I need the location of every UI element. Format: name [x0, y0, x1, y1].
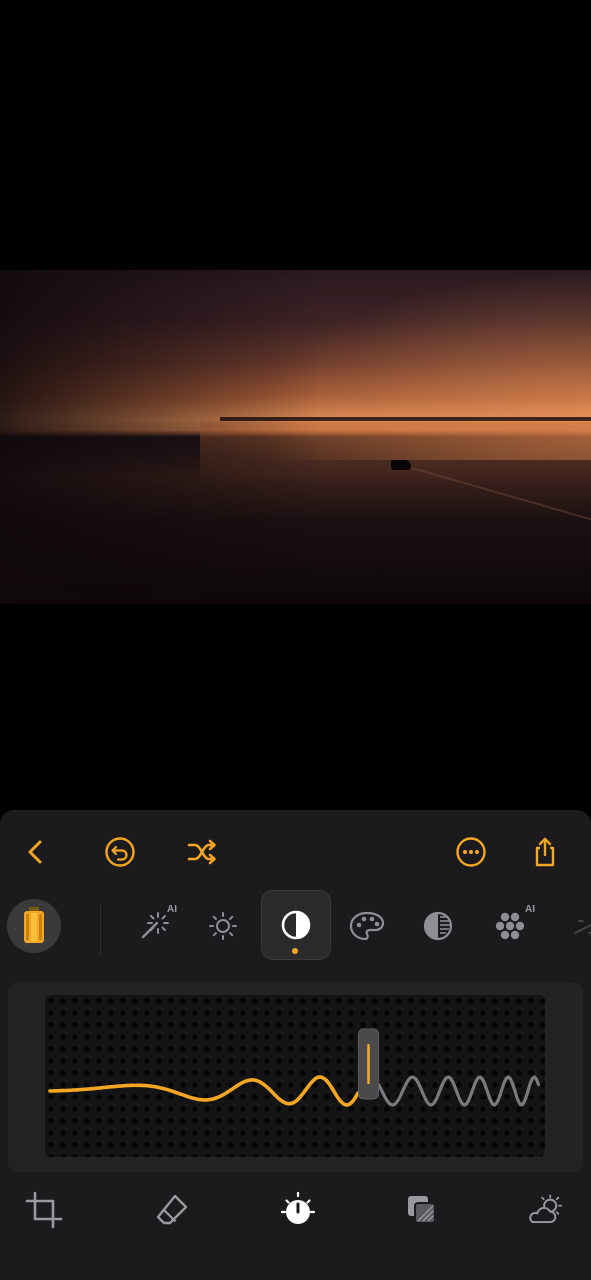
layers-icon	[408, 1196, 436, 1224]
more-icon	[456, 837, 486, 867]
more-button[interactable]	[451, 832, 491, 872]
eraser-icon	[156, 1194, 188, 1225]
adjustment-slider-panel	[8, 982, 583, 1172]
tone-icon	[423, 911, 453, 941]
ai-badge: AI	[525, 904, 535, 915]
ai-badge: AI	[167, 904, 177, 915]
contrast-slider[interactable]	[45, 995, 545, 1157]
dots-cluster-icon	[495, 912, 525, 940]
editor-panel: AI AI	[0, 810, 591, 1280]
bottom-nav	[0, 1175, 591, 1250]
edited-photo[interactable]	[0, 270, 591, 604]
adjust-dial-icon	[280, 1191, 316, 1224]
slider-active-wave	[48, 1075, 360, 1107]
share-icon	[535, 837, 555, 867]
undo-icon	[105, 837, 135, 867]
eraser-button[interactable]	[147, 1185, 197, 1235]
tool-brightness[interactable]	[199, 902, 247, 950]
crop-icon	[25, 1191, 63, 1229]
magic-wand-icon	[141, 912, 169, 939]
top-toolbar	[0, 810, 591, 896]
tool-tone[interactable]	[414, 902, 462, 950]
share-button[interactable]	[525, 832, 565, 872]
slider-wave[interactable]	[45, 995, 545, 1157]
shadow-area	[0, 270, 320, 604]
shuffle-button[interactable]	[182, 832, 222, 872]
tool-more[interactable]	[560, 902, 591, 950]
tool-strip: AI AI	[0, 890, 591, 970]
tools-divider	[100, 904, 101, 954]
slider-inactive-wave	[376, 1074, 541, 1107]
more-tools-icon	[574, 920, 591, 934]
slider-thumb-marker	[367, 1044, 370, 1084]
film-preset-button[interactable]	[7, 899, 61, 953]
selected-indicator	[292, 948, 298, 954]
layers-button[interactable]	[396, 1185, 446, 1235]
back-button[interactable]	[16, 832, 56, 872]
boat-wake	[405, 465, 591, 581]
tool-palette[interactable]	[343, 902, 391, 950]
film-roll-icon	[24, 907, 44, 943]
contrast-icon	[281, 910, 311, 940]
palette-icon	[349, 911, 385, 941]
photo-canvas[interactable]	[0, 0, 591, 810]
adjust-button[interactable]	[273, 1185, 323, 1235]
boat-silhouette	[391, 460, 411, 470]
weather-button[interactable]	[520, 1185, 570, 1235]
undo-button[interactable]	[100, 832, 140, 872]
brightness-icon	[209, 912, 237, 940]
shuffle-icon	[187, 839, 216, 865]
chevron-left-icon	[28, 840, 42, 864]
crop-button[interactable]	[19, 1185, 69, 1235]
weather-icon	[529, 1194, 563, 1224]
